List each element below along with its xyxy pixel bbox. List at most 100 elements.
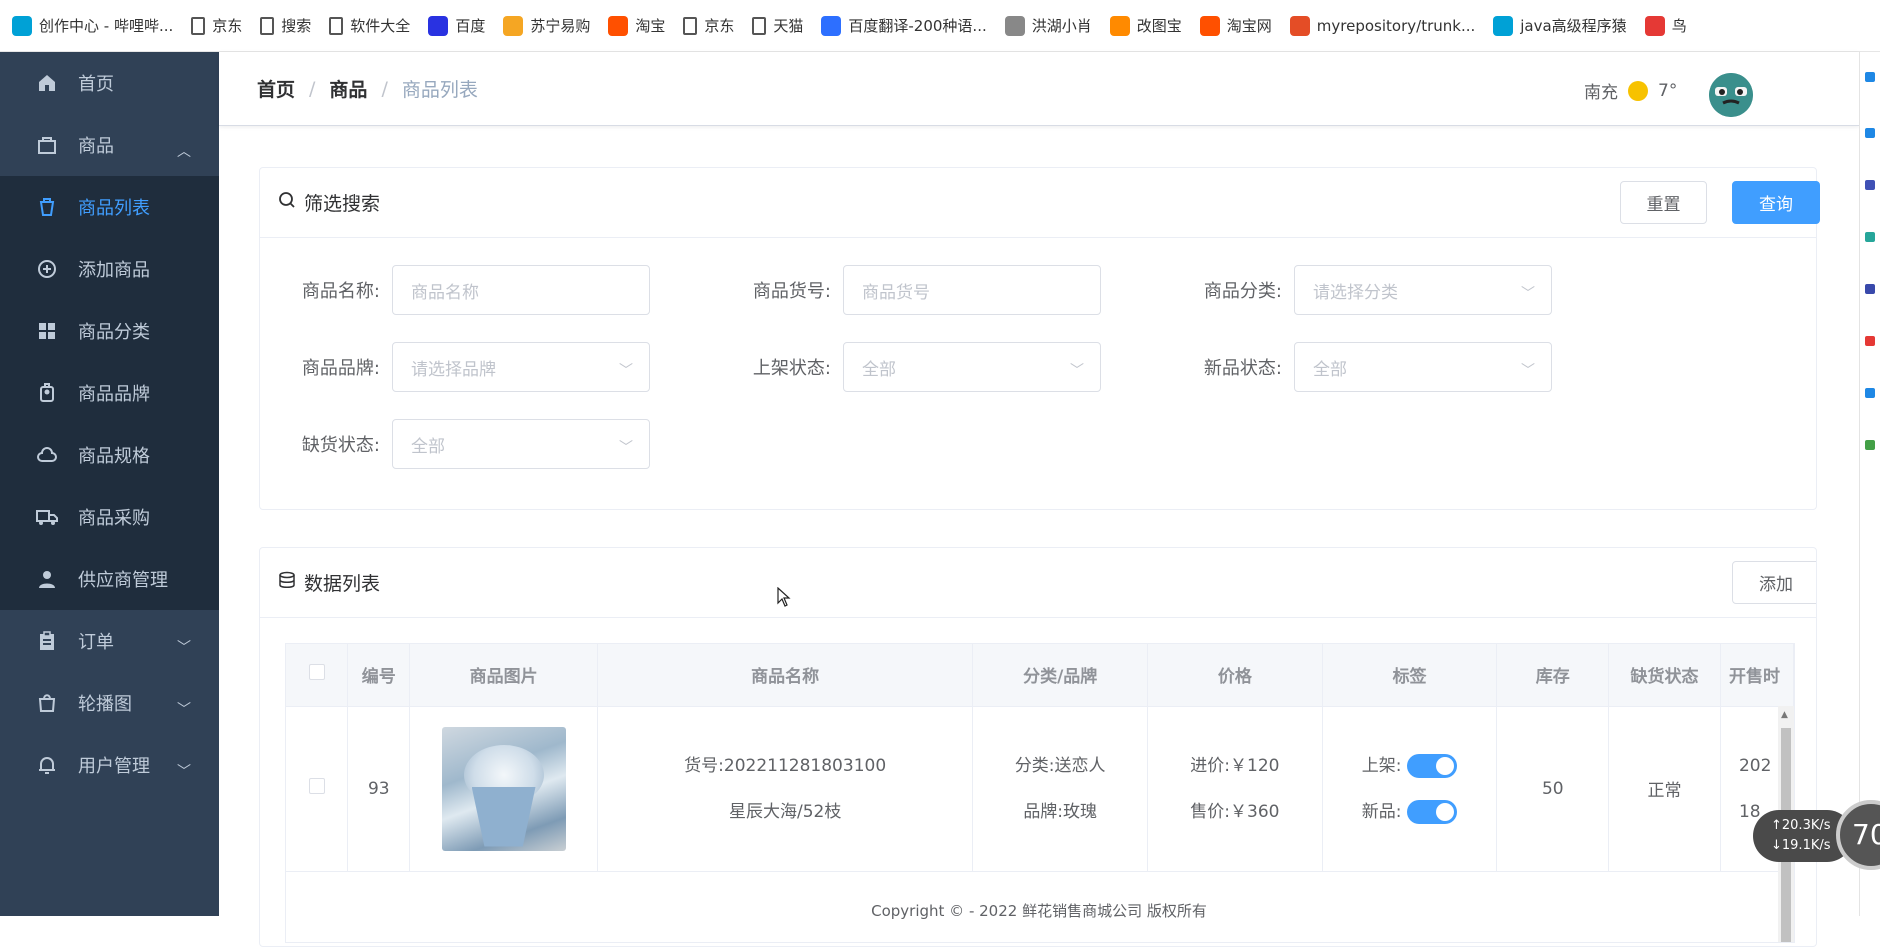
bookmark-item[interactable]: 鸟	[1644, 15, 1687, 36]
sidebar-item-purchase[interactable]: 商品采购	[0, 486, 219, 548]
column-header[interactable]: 价格	[1147, 644, 1323, 707]
scroll-up-icon[interactable]: ▲	[1781, 710, 1788, 720]
sidebar-item-supplier[interactable]: 供应商管理	[0, 548, 219, 610]
bookmark-item[interactable]: 淘宝	[608, 15, 665, 36]
bookmark-item[interactable]: 京东	[191, 15, 242, 36]
breadcrumb-home[interactable]: 首页	[257, 75, 295, 102]
bookmark-item[interactable]: java高级程序猿	[1493, 15, 1627, 36]
chevron-down-icon: ﹀	[1521, 286, 1535, 302]
side-app-icon[interactable]	[1865, 232, 1875, 242]
add-button[interactable]: 添加	[1732, 561, 1816, 604]
bookmark-item[interactable]: 百度翻译-200种语...	[821, 15, 987, 36]
breadcrumb-goods[interactable]: 商品	[329, 75, 367, 102]
goods-category: 分类:送恋人	[1014, 755, 1106, 776]
avatar[interactable]	[1709, 73, 1753, 117]
column-header[interactable]: 标签	[1322, 644, 1498, 707]
side-app-icon[interactable]	[1865, 440, 1875, 450]
shortage-status-select[interactable]: 全部 ﹀	[392, 419, 650, 469]
goods-sn-input[interactable]: 商品货号	[843, 265, 1101, 315]
category-select[interactable]: 请选择分类 ﹀	[1294, 265, 1552, 315]
bookmark-label: 百度翻译-200种语...	[848, 17, 987, 35]
bookmark-label: 淘宝网	[1226, 17, 1272, 35]
breadcrumb-separator: /	[381, 77, 388, 100]
bookmark-item[interactable]: 改图宝	[1109, 15, 1182, 36]
side-app-icon[interactable]	[1865, 336, 1875, 346]
cell-id: 93	[347, 706, 411, 872]
sidebar-item-goods-list[interactable]: 商品列表	[0, 176, 219, 238]
goods-name-input[interactable]: 商品名称	[392, 265, 650, 315]
side-app-icon[interactable]	[1865, 128, 1875, 138]
database-icon	[278, 571, 296, 594]
breadcrumb: 首页 / 商品 / 商品列表	[257, 75, 478, 102]
sidebar-item-user[interactable]: 用户管理 ﹀	[0, 734, 219, 796]
form-label: 缺货状态:	[301, 435, 380, 456]
new-switch[interactable]	[1407, 799, 1458, 824]
query-button[interactable]: 查询	[1732, 181, 1820, 224]
form-item-goods-name: 商品名称: 商品名称	[260, 265, 650, 315]
column-header[interactable]: 开售时	[1720, 644, 1794, 707]
bookmark-item[interactable]: 天猫	[752, 15, 803, 36]
product-image[interactable]	[441, 726, 566, 851]
shop-bag-icon	[36, 692, 58, 714]
select-all-checkbox[interactable]	[308, 664, 325, 681]
form-item-category: 商品分类: 请选择分类 ﹀	[1162, 265, 1552, 315]
bookmark-item[interactable]: 百度	[428, 15, 485, 36]
cell-category-brand: 分类:送恋人 品牌:玫瑰	[972, 706, 1149, 872]
bookmark-favicon-icon	[1289, 15, 1310, 36]
row-select-cell	[286, 706, 349, 872]
bookmark-label: 百度	[455, 17, 486, 35]
side-app-icon[interactable]	[1865, 388, 1875, 398]
side-app-icon[interactable]	[1865, 284, 1875, 294]
publish-switch[interactable]	[1407, 753, 1458, 778]
column-header[interactable]: 商品名称	[597, 644, 974, 707]
sidebar-item-label: 供应商管理	[78, 570, 168, 591]
sidebar-item-label: 用户管理	[78, 756, 150, 777]
bookmark-favicon-icon	[1199, 15, 1220, 36]
sidebar-item-spec[interactable]: 商品规格	[0, 424, 219, 486]
side-app-icon[interactable]	[1865, 180, 1875, 190]
sidebar-item-label: 商品品牌	[78, 384, 150, 405]
table-row[interactable]: 93 货号:202211281803100 星辰大海/52枝 分类:送恋人 品牌…	[286, 706, 1794, 872]
bookmark-favicon-icon	[1493, 15, 1514, 36]
placeholder-text: 商品货号	[862, 282, 930, 303]
publish-status-select[interactable]: 全部 ﹀	[843, 342, 1101, 392]
column-header[interactable]: 编号	[347, 644, 411, 707]
bookmark-item[interactable]: 京东	[683, 15, 734, 36]
bookmark-item[interactable]: 软件大全	[329, 15, 410, 36]
sidebar-item-order[interactable]: 订单 ﹀	[0, 610, 219, 672]
row-checkbox[interactable]	[308, 778, 325, 794]
bookmark-favicon-icon	[1109, 15, 1130, 36]
clipboard-icon	[36, 630, 58, 652]
bookmark-item[interactable]: 创作中心 - 哔哩哔...	[12, 15, 173, 36]
form-label: 商品名称:	[301, 281, 380, 302]
brand-select[interactable]: 请选择品牌 ﹀	[392, 342, 650, 392]
bookmark-item[interactable]: myrepository/trunk...	[1289, 15, 1475, 36]
side-app-icon[interactable]	[1865, 72, 1875, 82]
column-header[interactable]: 商品图片	[409, 644, 598, 707]
cell-name: 货号:202211281803100 星辰大海/52枝	[597, 706, 974, 872]
bookmark-item[interactable]: 洪湖小肖	[1004, 15, 1092, 36]
form-label: 商品货号:	[752, 281, 831, 302]
column-header[interactable]: 缺货状态	[1608, 644, 1721, 707]
placeholder-text: 全部	[1313, 359, 1347, 380]
cloud-icon	[36, 444, 58, 466]
reset-button[interactable]: 重置	[1620, 181, 1707, 224]
sidebar-item-goods[interactable]: 商品 ︿	[0, 114, 219, 176]
sidebar-item-home[interactable]: 首页	[0, 52, 219, 114]
badge-icon	[36, 382, 58, 404]
sidebar-item-add-goods[interactable]: 添加商品	[0, 238, 219, 300]
placeholder-text: 请选择品牌	[411, 359, 496, 380]
bookmark-item[interactable]: 苏宁易购	[503, 15, 590, 36]
column-header[interactable]: 分类/品牌	[972, 644, 1149, 707]
column-header[interactable]: 库存	[1496, 644, 1610, 707]
sidebar-item-carousel[interactable]: 轮播图 ﹀	[0, 672, 219, 734]
bookmark-label: 创作中心 - 哔哩哔...	[39, 17, 174, 35]
bookmark-item[interactable]: 搜索	[260, 15, 311, 36]
form-item-goods-sn: 商品货号: 商品货号	[711, 265, 1101, 315]
sidebar-item-category[interactable]: 商品分类	[0, 300, 219, 362]
sidebar-item-brand[interactable]: 商品品牌	[0, 362, 219, 424]
bookmark-item[interactable]: 淘宝网	[1199, 15, 1272, 36]
plus-circle-icon	[36, 258, 58, 280]
placeholder-text: 请选择分类	[1313, 282, 1398, 303]
new-status-select[interactable]: 全部 ﹀	[1294, 342, 1552, 392]
